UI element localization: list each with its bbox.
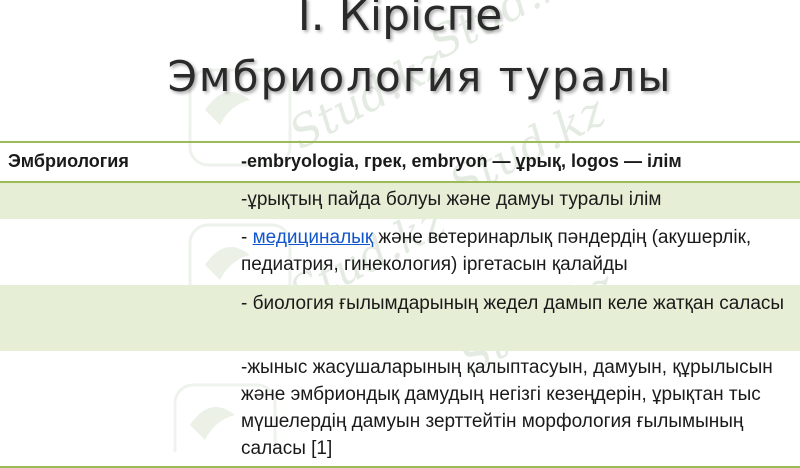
table-row: - медициналық және ветеринарлық пәндерді… xyxy=(0,219,800,285)
term-cell xyxy=(0,219,233,285)
header-definition-cell: -embryologia, грек, embryon — ұрық, logo… xyxy=(233,141,800,183)
header-term-cell: Эмбриология xyxy=(0,141,233,183)
term-cell xyxy=(0,182,233,219)
table-row: - биология ғылымдарының жедел дамып келе… xyxy=(0,285,800,351)
definition-cell: -ұрықтың пайда болуы және дамуы туралы і… xyxy=(233,182,800,219)
definition-cell: -жыныс жасушаларының қалыптасуын, дамуын… xyxy=(233,351,800,468)
embryology-table: Эмбриология -embryologia, грек, embryon … xyxy=(0,141,800,468)
table-header-row: Эмбриология -embryologia, грек, embryon … xyxy=(0,141,800,183)
table-row: -ұрықтың пайда болуы және дамуы туралы і… xyxy=(0,182,800,219)
definition-cell: - медициналық және ветеринарлық пәндерді… xyxy=(233,219,800,285)
medical-link[interactable]: медициналық xyxy=(253,227,374,248)
term-cell xyxy=(0,285,233,351)
table-row: -жыныс жасушаларының қалыптасуын, дамуын… xyxy=(0,351,800,468)
term-cell xyxy=(0,351,233,468)
slide-title-line1: I. Кіріспе xyxy=(297,0,503,41)
definition-cell: - биология ғылымдарының жедел дамып келе… xyxy=(233,285,800,351)
slide-title-line2: Эмбриология туралы xyxy=(167,52,673,101)
definition-prefix: - xyxy=(241,227,253,248)
